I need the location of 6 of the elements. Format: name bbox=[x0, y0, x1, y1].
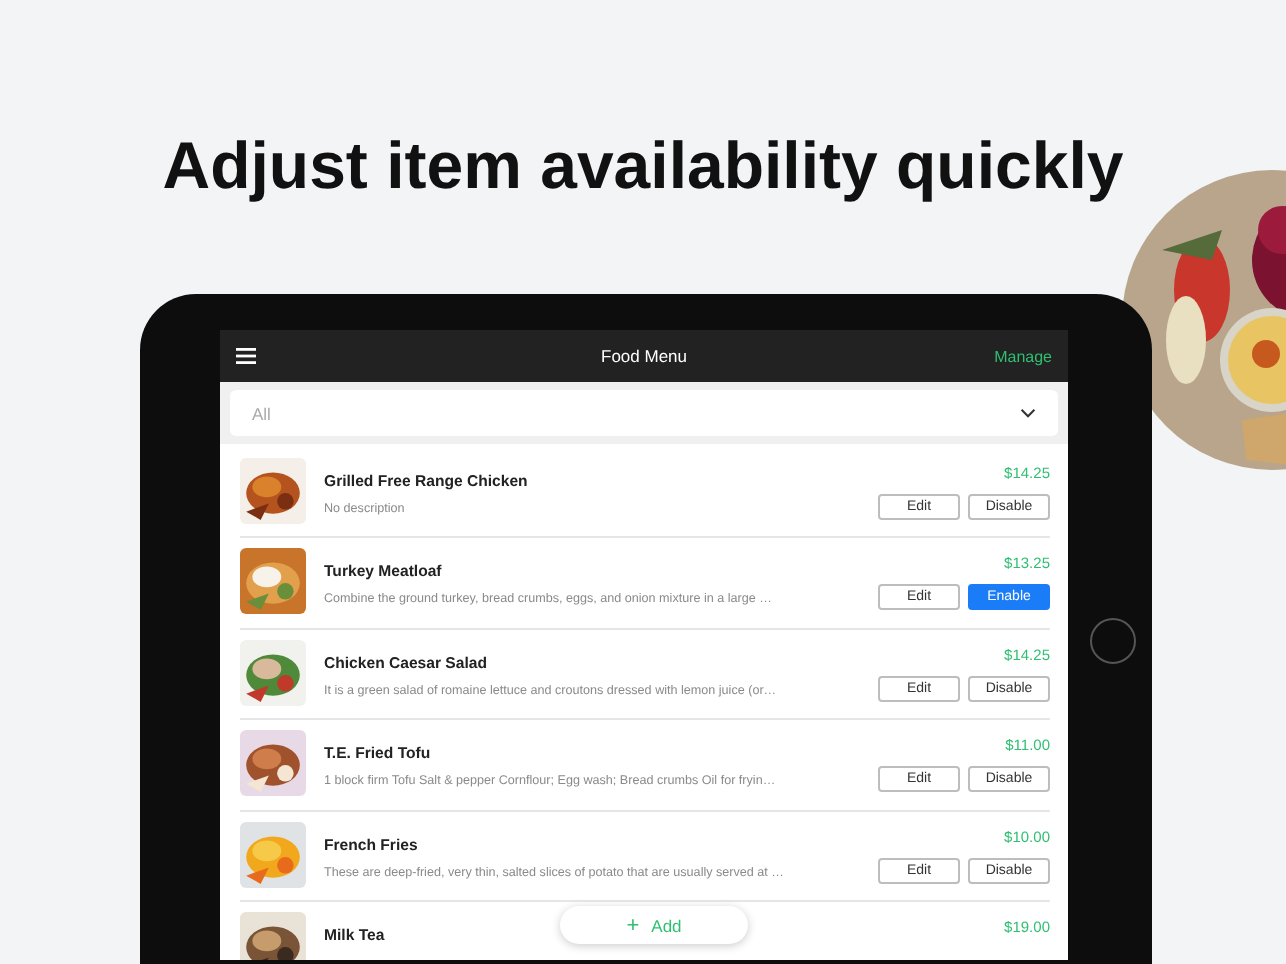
chevron-down-icon bbox=[1020, 408, 1036, 418]
manage-link[interactable]: Manage bbox=[994, 347, 1052, 365]
menu-icon[interactable] bbox=[236, 348, 256, 364]
headline: Adjust item availability quickly bbox=[160, 126, 1126, 204]
screen-title: Food Menu bbox=[601, 346, 687, 366]
home-button[interactable] bbox=[1090, 618, 1136, 664]
